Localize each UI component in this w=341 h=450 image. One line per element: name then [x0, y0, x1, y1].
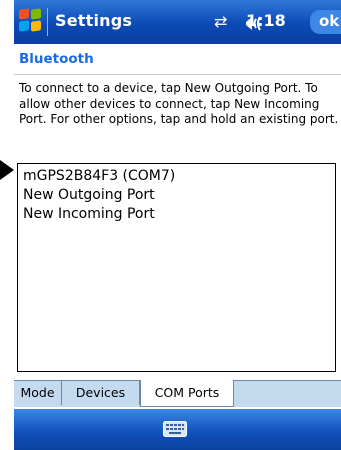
pocketpc-screen: Settings ⇄ 1:18 ok Bluetooth To connect … — [14, 0, 341, 450]
tab-devices[interactable]: Devices — [62, 380, 140, 405]
title-separator — [47, 8, 48, 36]
tab-bar: Mode Devices COM Ports — [14, 380, 341, 407]
keyboard-icon[interactable] — [163, 421, 187, 437]
windows-start-icon[interactable] — [19, 8, 43, 33]
title-bar: Settings ⇄ 1:18 ok — [14, 0, 341, 44]
list-item[interactable]: New Outgoing Port — [23, 186, 155, 204]
page-title: Bluetooth — [19, 51, 94, 67]
ok-button[interactable]: ok — [310, 10, 341, 34]
list-item[interactable]: mGPS2B84F3 (COM7) — [23, 167, 175, 185]
tab-mode[interactable]: Mode — [14, 380, 62, 405]
page-header: Bluetooth — [14, 44, 341, 75]
pointer-arrow-icon — [0, 160, 14, 180]
list-item[interactable]: New Incoming Port — [23, 205, 155, 223]
clock-label[interactable]: 1:18 — [246, 10, 286, 32]
connectivity-icon[interactable]: ⇄ — [214, 11, 227, 33]
port-list[interactable]: mGPS2B84F3 (COM7) New Outgoing Port New … — [17, 163, 336, 372]
instructions-text: To connect to a device, tap New Outgoing… — [19, 81, 339, 126]
tab-com-ports[interactable]: COM Ports — [140, 380, 234, 407]
app-title: Settings — [55, 11, 133, 30]
menu-bar — [14, 409, 341, 450]
